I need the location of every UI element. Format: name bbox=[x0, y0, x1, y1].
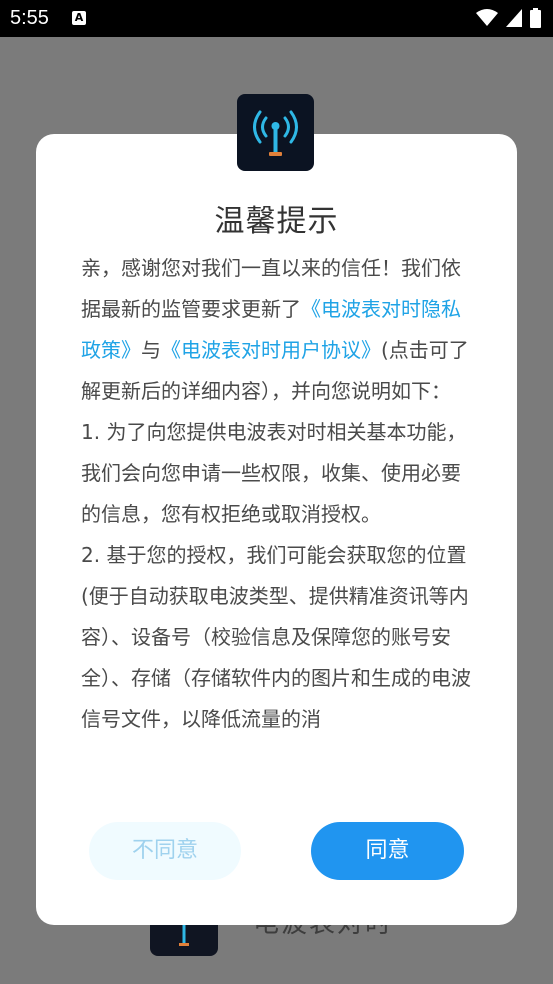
connector-text: 与 bbox=[141, 338, 161, 362]
signal-icon bbox=[506, 9, 522, 27]
app-logo bbox=[237, 94, 314, 171]
battery-icon bbox=[530, 8, 541, 28]
status-time: 5:55 bbox=[10, 7, 49, 29]
notification-a-icon: A bbox=[72, 11, 86, 25]
dialog-title: 温馨提示 bbox=[214, 204, 339, 239]
wifi-icon bbox=[476, 9, 498, 26]
antenna-icon bbox=[253, 110, 298, 156]
status-icons bbox=[476, 8, 541, 28]
status-bar: 5:55 A bbox=[0, 0, 553, 37]
intro-paragraph: 亲，感谢您对我们一直以来的信任！我们依据最新的监管要求更新了《电波表对时隐私政策… bbox=[81, 248, 476, 412]
item-1: 1. 为了向您提供电波表对时相关基本功能，我们会向您申请一些权限，收集、使用必要… bbox=[81, 420, 467, 526]
dialog-body[interactable]: 亲，感谢您对我们一直以来的信任！我们依据最新的监管要求更新了《电波表对时隐私政策… bbox=[81, 248, 476, 778]
user-agreement-link[interactable]: 《电波表对时用户协议》 bbox=[161, 338, 381, 362]
disagree-button[interactable]: 不同意 bbox=[89, 822, 241, 880]
privacy-dialog: 温馨提示 亲，感谢您对我们一直以来的信任！我们依据最新的监管要求更新了《电波表对… bbox=[36, 134, 517, 925]
item-2: 2. 基于您的授权，我们可能会获取您的位置 (便于自动获取电波类型、提供精准资讯… bbox=[81, 543, 471, 731]
agree-button[interactable]: 同意 bbox=[311, 822, 464, 880]
